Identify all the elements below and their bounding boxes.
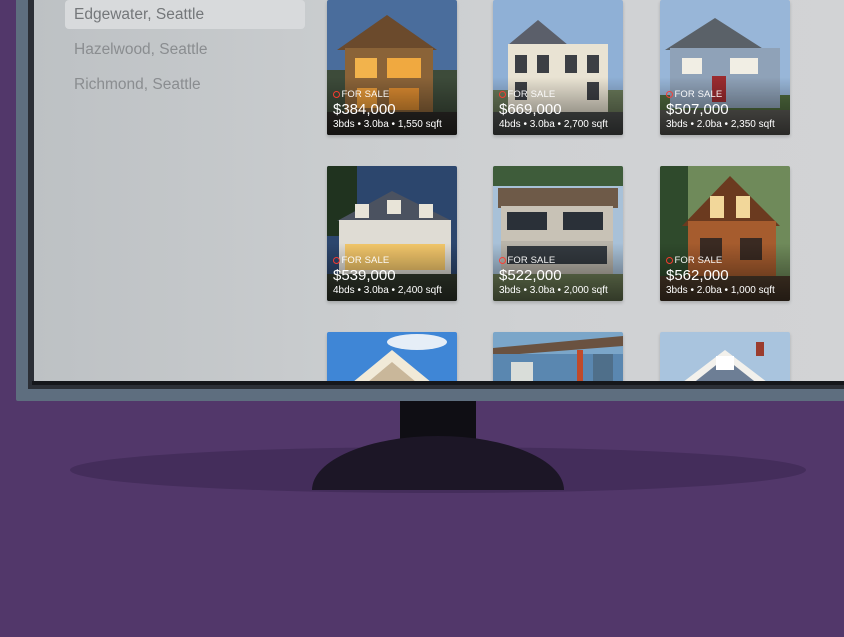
listing-card[interactable] [327, 332, 457, 382]
status-row: FOR SALE [333, 255, 442, 266]
status-dot-icon [499, 91, 506, 98]
status-row: FOR SALE [666, 89, 775, 100]
listing-status: FOR SALE [674, 255, 723, 266]
listing-status: FOR SALE [674, 89, 723, 100]
sidebar-item-edgewater[interactable]: Edgewater, Seattle [65, 0, 305, 29]
listing-card[interactable]: FOR SALE $669,000 4bds • 3.0ba • 2,700 s… [493, 0, 623, 135]
house-photo [493, 332, 623, 382]
status-dot-icon [666, 91, 673, 98]
listing-specs: 3bds • 2.0ba • 1,000 sqft [666, 285, 775, 296]
listing-price: $562,000 [666, 267, 729, 284]
neighborhood-sidebar: Edgewater, Seattle Hazelwood, Seattle Ri… [65, 0, 305, 105]
tv-screen: Edgewater, Seattle Hazelwood, Seattle Ri… [34, 0, 844, 382]
status-row: FOR SALE [666, 255, 775, 266]
status-dot-icon [666, 257, 673, 264]
sidebar-item-hazelwood[interactable]: Hazelwood, Seattle [65, 35, 305, 64]
listing-card[interactable] [660, 332, 790, 382]
listing-status: FOR SALE [507, 89, 556, 100]
listing-price: $539,000 [333, 267, 396, 284]
house-photo [327, 332, 457, 382]
listing-status: FOR SALE [341, 89, 390, 100]
listing-info: FOR SALE $522,000 3bds • 3.0ba • 2,000 s… [499, 255, 608, 297]
status-row: FOR SALE [333, 89, 442, 100]
listing-card[interactable] [493, 332, 623, 382]
listing-info: FOR SALE $507,000 3bds • 2.0ba • 2,350 s… [666, 89, 775, 131]
listing-price: $507,000 [666, 101, 729, 118]
tv-stand-base [312, 436, 564, 490]
listing-card[interactable]: FOR SALE $507,000 3bds • 2.0ba • 2,350 s… [660, 0, 790, 135]
listing-info: FOR SALE $562,000 3bds • 2.0ba • 1,000 s… [666, 255, 775, 297]
listing-price: $522,000 [499, 267, 562, 284]
status-row: FOR SALE [499, 89, 608, 100]
listing-card[interactable]: FOR SALE $562,000 3bds • 2.0ba • 1,000 s… [660, 166, 790, 301]
listing-specs: 4bds • 3.0ba • 2,700 sqft [499, 119, 608, 130]
listing-card[interactable]: FOR SALE $539,000 4bds • 3.0ba • 2,400 s… [327, 166, 457, 301]
listing-card[interactable]: FOR SALE $522,000 3bds • 3.0ba • 2,000 s… [493, 166, 623, 301]
listing-specs: 3bds • 2.0ba • 2,350 sqft [666, 119, 775, 130]
listing-specs: 4bds • 3.0ba • 2,400 sqft [333, 285, 442, 296]
house-photo [660, 332, 790, 382]
status-dot-icon [499, 257, 506, 264]
status-dot-icon [333, 91, 340, 98]
listing-info: FOR SALE $539,000 4bds • 3.0ba • 2,400 s… [333, 255, 442, 297]
listing-specs: 3bds • 3.0ba • 1,550 sqft [333, 119, 442, 130]
listing-status: FOR SALE [507, 255, 556, 266]
listing-card[interactable]: FOR SALE $384,000 3bds • 3.0ba • 1,550 s… [327, 0, 457, 135]
status-dot-icon [333, 257, 340, 264]
listing-price: $669,000 [499, 101, 562, 118]
screen-bottom-edge [32, 381, 844, 385]
listing-price: $384,000 [333, 101, 396, 118]
listing-status: FOR SALE [341, 255, 390, 266]
listing-specs: 3bds • 3.0ba • 2,000 sqft [499, 285, 608, 296]
sidebar-item-richmond[interactable]: Richmond, Seattle [65, 70, 305, 99]
listing-info: FOR SALE $384,000 3bds • 3.0ba • 1,550 s… [333, 89, 442, 131]
status-row: FOR SALE [499, 255, 608, 266]
listing-info: FOR SALE $669,000 4bds • 3.0ba • 2,700 s… [499, 89, 608, 131]
